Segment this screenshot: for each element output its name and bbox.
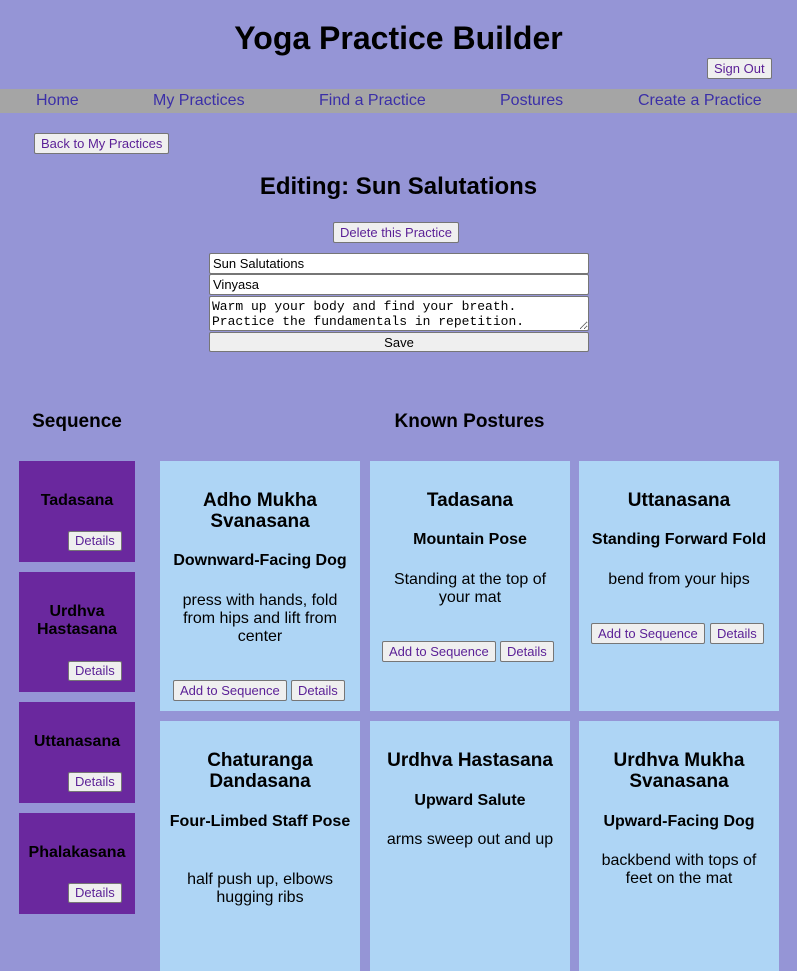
- add-to-sequence-button[interactable]: Add to Sequence: [173, 680, 287, 701]
- nav-find-practice[interactable]: Find a Practice: [319, 91, 426, 111]
- sequence-item-name: Phalakasana: [28, 844, 126, 861]
- main-nav: Home My Practices Find a Practice Postur…: [0, 89, 797, 113]
- sequence-item: Phalakasana Details: [19, 813, 135, 914]
- sequence-item-name: Urdhva Hastasana: [36, 603, 118, 638]
- sign-out-button[interactable]: Sign Out: [707, 58, 772, 79]
- posture-details-button[interactable]: Details: [710, 623, 764, 644]
- posture-description: bend from your hips: [608, 571, 750, 588]
- sequence-details-button[interactable]: Details: [68, 531, 122, 551]
- posture-english-name: Downward-Facing Dog: [173, 552, 347, 569]
- known-postures-heading: Known Postures: [394, 411, 545, 432]
- posture-english-name: Standing Forward Fold: [591, 531, 767, 548]
- sequence-item: Tadasana Details: [19, 461, 135, 562]
- posture-description: Standing at the top of your mat: [393, 571, 547, 606]
- posture-card: Chaturanga Dandasana Four-Limbed Staff P…: [160, 721, 360, 971]
- posture-card: Tadasana Mountain Pose Standing at the t…: [370, 461, 570, 711]
- sequence-item: Urdhva Hastasana Details: [19, 572, 135, 692]
- app-title: Yoga Practice Builder: [234, 20, 563, 56]
- posture-sanskrit-name: Chaturanga Dandasana: [207, 750, 313, 792]
- sequence-item-name: Uttanasana: [33, 733, 121, 750]
- nav-postures[interactable]: Postures: [500, 91, 563, 111]
- posture-english-name: Upward Salute: [414, 792, 526, 809]
- posture-card: Urdhva Hastasana Upward Salute arms swee…: [370, 721, 570, 971]
- add-to-sequence-button[interactable]: Add to Sequence: [382, 641, 496, 662]
- practice-style-input[interactable]: [209, 274, 589, 295]
- posture-english-name: Four-Limbed Staff Pose: [169, 813, 351, 830]
- posture-sanskrit-name: Urdhva Hastasana: [387, 750, 553, 771]
- nav-create-practice[interactable]: Create a Practice: [638, 91, 762, 111]
- posture-sanskrit-name: Urdhva Mukha Svanasana: [613, 750, 745, 792]
- posture-details-button[interactable]: Details: [500, 641, 554, 662]
- sequence-item-name: Tadasana: [40, 492, 114, 509]
- back-to-my-practices-button[interactable]: Back to My Practices: [34, 133, 170, 154]
- save-button[interactable]: Save: [209, 332, 589, 352]
- sequence-item: Uttanasana Details: [19, 702, 135, 803]
- delete-practice-button[interactable]: Delete this Practice: [333, 222, 459, 243]
- posture-english-name: Mountain Pose: [413, 531, 527, 548]
- posture-sanskrit-name: Tadasana: [426, 490, 514, 511]
- posture-sanskrit-name: Adho Mukha Svanasana: [203, 490, 317, 532]
- posture-details-button[interactable]: Details: [291, 680, 345, 701]
- nav-home[interactable]: Home: [36, 91, 79, 111]
- posture-card: Uttanasana Standing Forward Fold bend fr…: [579, 461, 779, 711]
- posture-description: press with hands, fold from hips and lif…: [182, 592, 338, 645]
- practice-description-textarea[interactable]: Warm up your body and find your breath. …: [209, 296, 589, 331]
- posture-description: arms sweep out and up: [386, 831, 554, 848]
- add-to-sequence-button[interactable]: Add to Sequence: [591, 623, 705, 644]
- posture-description: half push up, elbows hugging ribs: [187, 871, 333, 906]
- posture-card: Urdhva Mukha Svanasana Upward-Facing Dog…: [579, 721, 779, 971]
- sequence-details-button[interactable]: Details: [68, 883, 122, 903]
- nav-my-practices[interactable]: My Practices: [153, 91, 245, 111]
- sequence-details-button[interactable]: Details: [68, 772, 122, 792]
- posture-sanskrit-name: Uttanasana: [627, 490, 731, 511]
- practice-name-input[interactable]: [209, 253, 589, 274]
- sequence-heading: Sequence: [32, 411, 122, 432]
- posture-english-name: Upward-Facing Dog: [603, 813, 755, 830]
- posture-description: backbend with tops of feet on the mat: [601, 852, 757, 887]
- page-title: Editing: Sun Salutations: [259, 173, 538, 200]
- posture-card: Adho Mukha Svanasana Downward-Facing Dog…: [160, 461, 360, 711]
- sequence-details-button[interactable]: Details: [68, 661, 122, 681]
